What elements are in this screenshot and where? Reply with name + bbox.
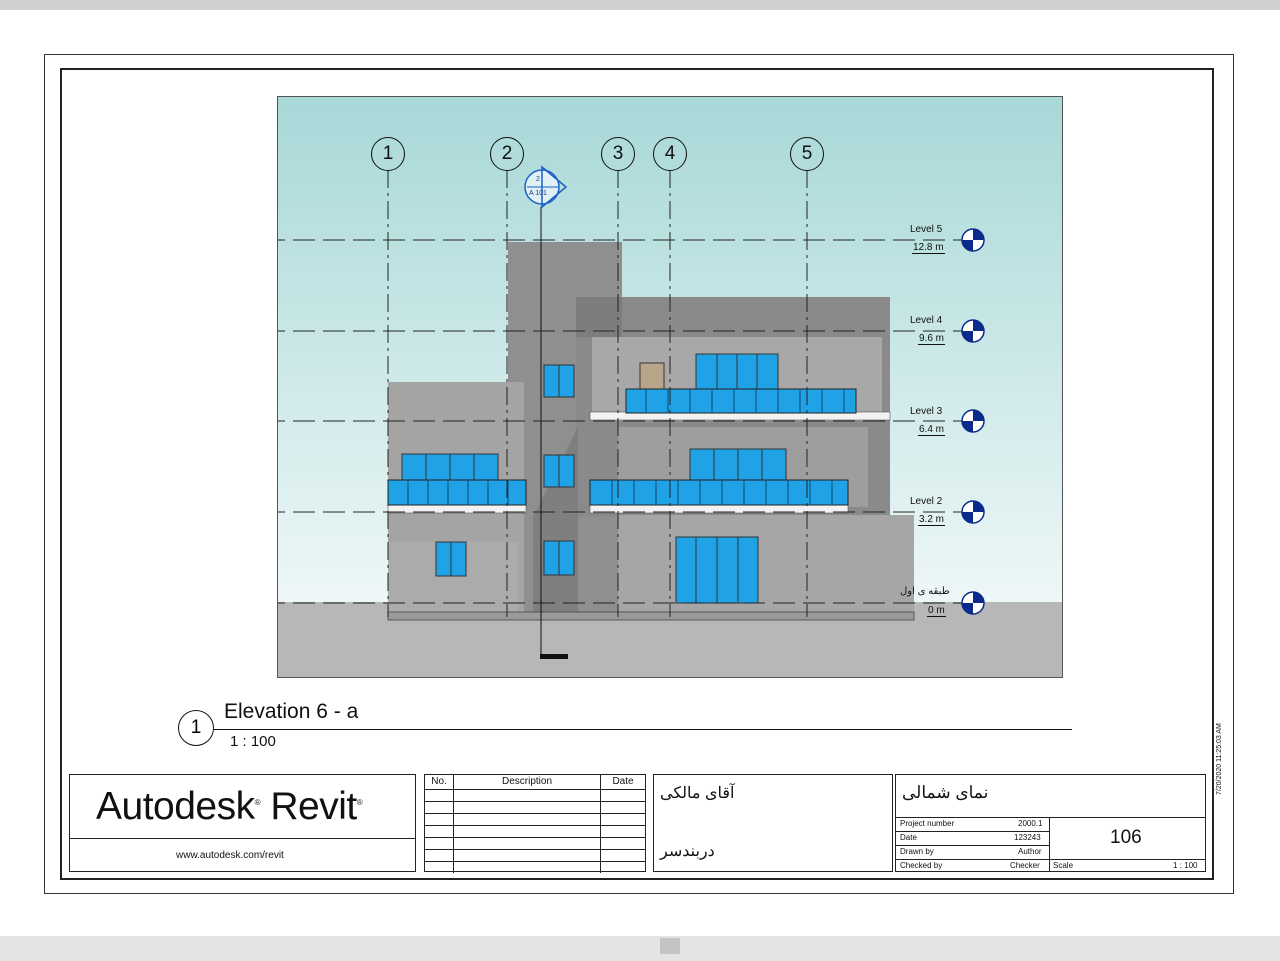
view-scale: 1 : 100 bbox=[230, 733, 276, 750]
level-1-elevation[interactable]: 0 m bbox=[927, 605, 946, 617]
field-value-drawn-by[interactable]: Author bbox=[1018, 847, 1042, 856]
logo-panel: Autodesk® Revit® www.autodesk.com/revit bbox=[69, 774, 416, 872]
section-end bbox=[540, 654, 568, 659]
grid-bubble-3[interactable]: 3 bbox=[601, 137, 635, 171]
sheet-info-panel: نمای شمالی Project number 2000.1 Date 12… bbox=[895, 774, 1206, 872]
field-label-date: Date bbox=[900, 833, 917, 842]
field-label-project-number: Project number bbox=[900, 819, 955, 828]
scale-value: 1 : 100 bbox=[1173, 861, 1198, 870]
level-2-elevation[interactable]: 3.2 m bbox=[918, 514, 946, 526]
ground-floor-block bbox=[618, 515, 914, 615]
autodesk-revit-logo: Autodesk® Revit® bbox=[96, 785, 363, 828]
sheet-number[interactable]: 106 bbox=[1110, 827, 1142, 849]
rev-header-description: Description bbox=[501, 776, 553, 787]
grid-bubble-2[interactable]: 2 bbox=[490, 137, 524, 171]
grid-bubble-4[interactable]: 4 bbox=[653, 137, 687, 171]
level-4-elevation[interactable]: 9.6 m bbox=[918, 333, 946, 345]
scroll-thumb[interactable] bbox=[660, 938, 680, 954]
bottom-scrollbar[interactable] bbox=[0, 936, 1280, 961]
section-tag-number: 2 bbox=[536, 176, 540, 183]
level-3-elevation[interactable]: 6.4 m bbox=[918, 424, 946, 436]
rev-header-date: Date bbox=[612, 776, 634, 787]
client-panel: آقای مالکی دربندسر bbox=[653, 774, 893, 872]
door-upper bbox=[639, 362, 665, 392]
logo-product: Revit bbox=[270, 785, 357, 828]
field-value-project-number[interactable]: 2000.1 bbox=[1018, 819, 1042, 828]
field-value-checked-by[interactable]: Checker bbox=[1010, 861, 1040, 870]
field-label-checked-by: Checked by bbox=[900, 861, 943, 870]
owner-name[interactable]: آقای مالکی bbox=[660, 783, 734, 803]
revision-table: No. Description Date bbox=[424, 774, 646, 873]
view-title[interactable]: Elevation 6 - a bbox=[224, 700, 358, 724]
sheet-name[interactable]: نمای شمالی bbox=[902, 783, 988, 803]
rev-header-no: No. bbox=[431, 776, 447, 787]
logo-divider bbox=[70, 838, 415, 839]
level-2-name[interactable]: Level 2 bbox=[910, 496, 942, 507]
grid-bubble-5[interactable]: 5 bbox=[790, 137, 824, 171]
logo-url: www.autodesk.com/revit bbox=[176, 850, 284, 861]
view-title-line bbox=[214, 729, 1072, 730]
elevation-viewport[interactable]: 1 2 3 4 5 2 A 101 Level 5 12.8 m Level 4… bbox=[277, 96, 1063, 678]
view-number: 1 bbox=[178, 710, 214, 746]
level-5-elevation[interactable]: 12.8 m bbox=[912, 242, 945, 254]
grid-bubble-1[interactable]: 1 bbox=[371, 137, 405, 171]
scale-label: Scale bbox=[1053, 861, 1074, 870]
top-scrollbar[interactable] bbox=[0, 0, 1280, 10]
field-label-drawn-by: Drawn by bbox=[900, 847, 934, 856]
section-tag-sheet: A 101 bbox=[529, 190, 547, 197]
level-4-name[interactable]: Level 4 bbox=[910, 315, 942, 326]
field-value-date[interactable]: 123243 bbox=[1014, 833, 1041, 842]
base-slab bbox=[387, 611, 915, 621]
print-timestamp: 7/20/2020 11:25:03 AM bbox=[1216, 723, 1223, 795]
logo-brand: Autodesk bbox=[96, 785, 255, 828]
project-location[interactable]: دربندسر bbox=[660, 841, 715, 861]
level-1-name[interactable]: طبقه ی اول bbox=[900, 586, 950, 597]
level-5-name[interactable]: Level 5 bbox=[910, 224, 942, 235]
level-3-name[interactable]: Level 3 bbox=[910, 406, 942, 417]
